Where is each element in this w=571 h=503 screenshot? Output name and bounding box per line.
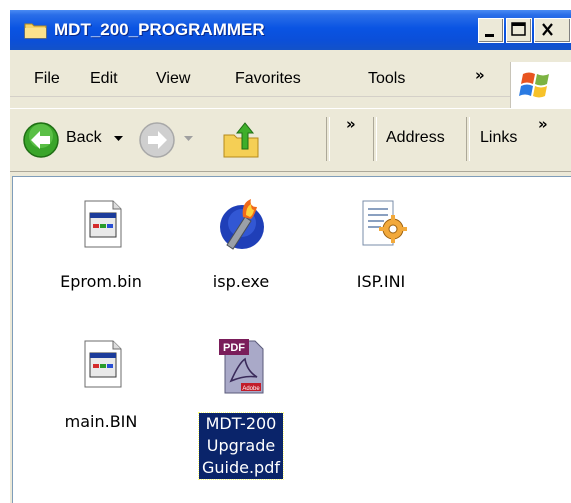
toolbar-overflow-chevron[interactable]: » [346,115,356,133]
file-list-view: Eprom.bin isp.exe ISP.INI main.BIN PDF A… [12,176,571,503]
explorer-window: MDT_200_PROGRAMMER File Edit View Favori… [10,10,571,503]
menu-favorites[interactable]: Favorites [235,70,301,88]
menu-bar: File Edit View Favorites Tools » [10,62,571,97]
file-name-line: Upgrade [206,436,276,455]
ini-settings-icon [362,200,407,246]
standard-toolbar: Back » Address Links » [10,108,571,172]
forward-dropdown-icon[interactable] [184,136,194,144]
menu-tools[interactable]: Tools [368,70,405,88]
pdf-file-icon: PDF Adobe [219,339,264,394]
windows-logo-icon [510,62,571,108]
close-icon [542,23,553,36]
back-arrow-icon[interactable] [22,121,60,159]
menu-overflow-chevron[interactable]: » [475,66,485,84]
file-name-selected: MDT-200 Upgrade Guide.pdf [181,412,301,480]
selected-file-name: MDT-200 Upgrade Guide.pdf [197,412,285,480]
minimize-button[interactable] [478,18,504,43]
file-item-isp-exe[interactable]: isp.exe [181,199,301,299]
torch-exe-icon [220,199,264,250]
menu-file[interactable]: File [34,70,60,88]
window-title: MDT_200_PROGRAMMER [54,20,265,39]
svg-text:PDF: PDF [223,342,245,354]
forward-arrow-icon[interactable] [138,121,176,159]
menu-edit[interactable]: Edit [90,70,118,88]
file-name: main.BIN [64,412,138,431]
binary-file-icon [84,200,122,248]
folder-icon [24,23,47,39]
file-name: Eprom.bin [60,272,142,291]
file-name-line: MDT-200 [205,414,277,433]
file-name-line: Guide.pdf [201,458,280,477]
toolbar-separator [466,117,470,161]
file-item-main-bin[interactable]: main.BIN [41,339,161,439]
close-button[interactable] [534,18,571,43]
file-name: isp.exe [212,272,270,291]
file-item-upgrade-guide-pdf[interactable]: PDF Adobe MDT-200 Upgrade Guide.pdf [181,337,301,497]
up-folder-icon[interactable] [222,119,262,161]
toolbar-separator [326,117,330,161]
menu-view[interactable]: View [156,70,190,88]
links-overflow-chevron[interactable]: » [538,115,548,133]
minimize-icon [485,34,494,37]
file-name: ISP.INI [356,272,406,291]
links-bar-label[interactable]: Links [480,129,517,147]
back-dropdown-icon[interactable] [114,136,124,144]
back-button[interactable]: Back [66,129,102,147]
binary-file-icon [84,340,122,388]
address-bar-label[interactable]: Address [386,129,445,147]
maximize-icon [511,22,526,36]
svg-text:Adobe: Adobe [242,386,260,392]
file-item-isp-ini[interactable]: ISP.INI [321,199,441,299]
maximize-button[interactable] [506,18,532,43]
toolbar-separator [373,117,377,161]
file-item-eprom-bin[interactable]: Eprom.bin [41,199,161,299]
title-bar[interactable]: MDT_200_PROGRAMMER [10,10,571,50]
